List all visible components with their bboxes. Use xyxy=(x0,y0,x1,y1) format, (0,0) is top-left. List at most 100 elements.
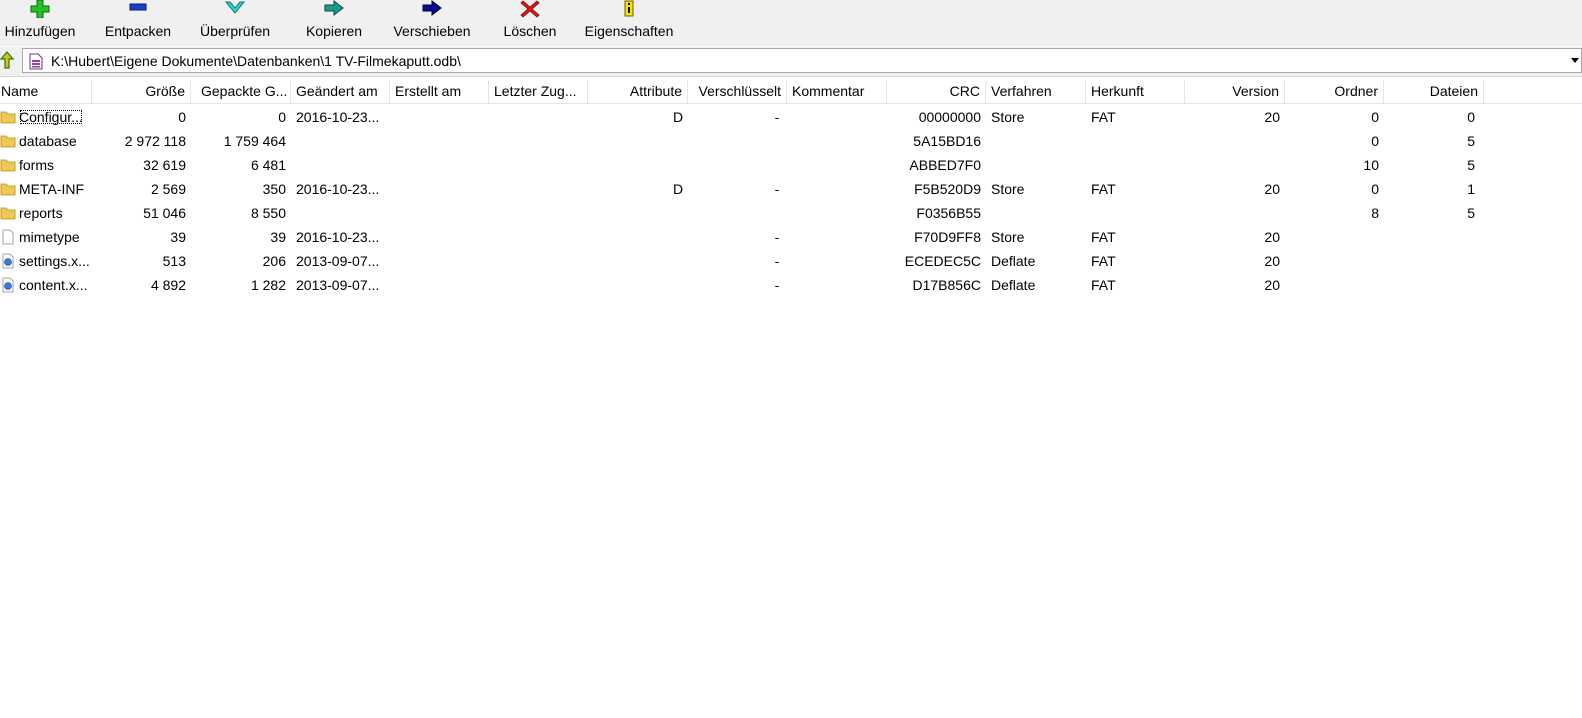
file-folders: 10 xyxy=(1363,157,1379,173)
col-size[interactable]: Größe xyxy=(92,80,191,103)
col-comment[interactable]: Kommentar xyxy=(787,80,887,103)
file-packed: 8 550 xyxy=(250,205,286,221)
properties-button[interactable]: Eigenschaften xyxy=(580,0,678,46)
file-accessed xyxy=(489,225,588,249)
col-host[interactable]: Herkunft xyxy=(1086,80,1185,103)
file-host: FAT xyxy=(1091,253,1116,269)
file-created xyxy=(390,225,489,249)
file-method: Deflate xyxy=(991,253,1036,269)
col-modified[interactable]: Geändert am xyxy=(291,80,390,103)
file-created xyxy=(390,273,489,297)
file-files: 5 xyxy=(1467,205,1475,221)
chevron-down-icon[interactable] xyxy=(1571,58,1579,63)
file-comment xyxy=(787,201,887,225)
file-size: 32 619 xyxy=(143,157,186,173)
file-version: 20 xyxy=(1264,277,1280,293)
file-size: 513 xyxy=(162,253,186,269)
file-packed: 39 xyxy=(270,229,286,245)
minus-icon xyxy=(129,3,147,11)
file-size: 2 569 xyxy=(150,181,186,197)
file-accessed xyxy=(489,105,588,129)
col-attributes[interactable]: Attribute xyxy=(588,80,688,103)
file-packed: 0 xyxy=(278,109,286,125)
file-method xyxy=(986,129,1086,153)
file-method: Store xyxy=(991,229,1025,245)
copy-button[interactable]: Kopieren xyxy=(296,0,372,46)
file-method xyxy=(986,201,1086,225)
up-folder-button[interactable] xyxy=(0,51,18,73)
file-comment xyxy=(787,225,887,249)
table-row[interactable]: database 2 972 118 1 759 464 5A15BD16 0 … xyxy=(0,129,1582,153)
file-files xyxy=(1384,273,1480,297)
col-crc[interactable]: CRC xyxy=(887,80,986,103)
file-packed: 1 282 xyxy=(250,277,286,293)
file-crc: F0356B55 xyxy=(916,205,981,221)
copy-button-label: Kopieren xyxy=(305,23,363,39)
table-row[interactable]: mimetype 39 39 2016-10-23... - F70D9FF8 … xyxy=(0,225,1582,249)
info-icon xyxy=(624,0,634,17)
file-accessed xyxy=(489,273,588,297)
file-modified: 2013-09-07... xyxy=(296,277,380,293)
file-name: forms xyxy=(19,157,54,173)
col-version[interactable]: Version xyxy=(1185,80,1285,103)
delete-button[interactable]: Löschen xyxy=(494,0,566,46)
table-row[interactable]: forms 32 619 6 481 ABBED7F0 10 5 xyxy=(0,153,1582,177)
col-packed[interactable]: Gepackte G... xyxy=(191,80,291,103)
path-text: K:\Hubert\Eigene Dokumente\Datenbanken\1… xyxy=(51,53,461,69)
path-input[interactable]: K:\Hubert\Eigene Dokumente\Datenbanken\1… xyxy=(22,48,1582,73)
file-packed: 6 481 xyxy=(250,157,286,173)
extract-button[interactable]: Entpacken xyxy=(98,0,178,46)
move-button[interactable]: Verschieben xyxy=(386,0,478,46)
file-created xyxy=(390,249,489,273)
file-modified: 2016-10-23... xyxy=(296,229,380,245)
table-row[interactable]: Configur... 0 0 2016-10-23... D - 000000… xyxy=(0,105,1582,129)
file-host xyxy=(1086,201,1185,225)
address-bar: K:\Hubert\Eigene Dokumente\Datenbanken\1… xyxy=(0,47,1582,77)
table-row[interactable]: content.x... 4 892 1 282 2013-09-07... -… xyxy=(0,273,1582,297)
file-version: 20 xyxy=(1264,109,1280,125)
file-accessed xyxy=(489,201,588,225)
file-modified: 2016-10-23... xyxy=(296,109,380,125)
file-comment xyxy=(787,105,887,129)
col-accessed[interactable]: Letzter Zug... xyxy=(489,80,588,103)
test-button[interactable]: Überprüfen xyxy=(192,0,278,46)
file-modified: 2013-09-07... xyxy=(296,253,380,269)
table-row[interactable]: reports 51 046 8 550 F0356B55 8 5 xyxy=(0,201,1582,225)
col-method[interactable]: Verfahren xyxy=(986,80,1086,103)
file-name: database xyxy=(19,133,77,149)
file-folders: 0 xyxy=(1371,109,1379,125)
file-name: mimetype xyxy=(19,229,80,245)
file-modified xyxy=(291,129,390,153)
table-row[interactable]: META-INF 2 569 350 2016-10-23... D - F5B… xyxy=(0,177,1582,201)
file-comment xyxy=(787,273,887,297)
file-crc: D17B856C xyxy=(912,277,982,293)
test-button-label: Überprüfen xyxy=(199,23,271,39)
delete-x-icon xyxy=(520,0,540,18)
col-encrypted[interactable]: Verschlüsselt xyxy=(688,80,787,103)
archive-file-icon xyxy=(28,53,44,73)
file-packed: 1 759 464 xyxy=(223,133,286,149)
file-comment xyxy=(787,129,887,153)
file-packed: 350 xyxy=(262,181,286,197)
file-size: 39 xyxy=(170,229,186,245)
table-row[interactable]: settings.x... 513 206 2013-09-07... - EC… xyxy=(0,249,1582,273)
file-name: reports xyxy=(19,205,63,221)
file-method: Store xyxy=(991,181,1025,197)
file-created xyxy=(390,177,489,201)
file-method: Store xyxy=(991,109,1025,125)
col-folders[interactable]: Ordner xyxy=(1285,80,1384,103)
file-created xyxy=(390,105,489,129)
file-modified xyxy=(291,153,390,177)
col-files[interactable]: Dateien xyxy=(1384,80,1484,103)
file-folders: 0 xyxy=(1371,181,1379,197)
col-name[interactable]: Name xyxy=(0,80,92,103)
col-created[interactable]: Erstellt am xyxy=(390,80,489,103)
up-arrow-icon xyxy=(0,51,15,69)
file-files: 5 xyxy=(1467,157,1475,173)
file-version xyxy=(1185,129,1285,153)
file-size: 51 046 xyxy=(143,205,186,221)
file-host: FAT xyxy=(1091,229,1116,245)
file-crc: F70D9FF8 xyxy=(914,229,981,245)
file-version: 20 xyxy=(1264,253,1280,269)
add-button[interactable]: Hinzufügen xyxy=(0,0,80,46)
